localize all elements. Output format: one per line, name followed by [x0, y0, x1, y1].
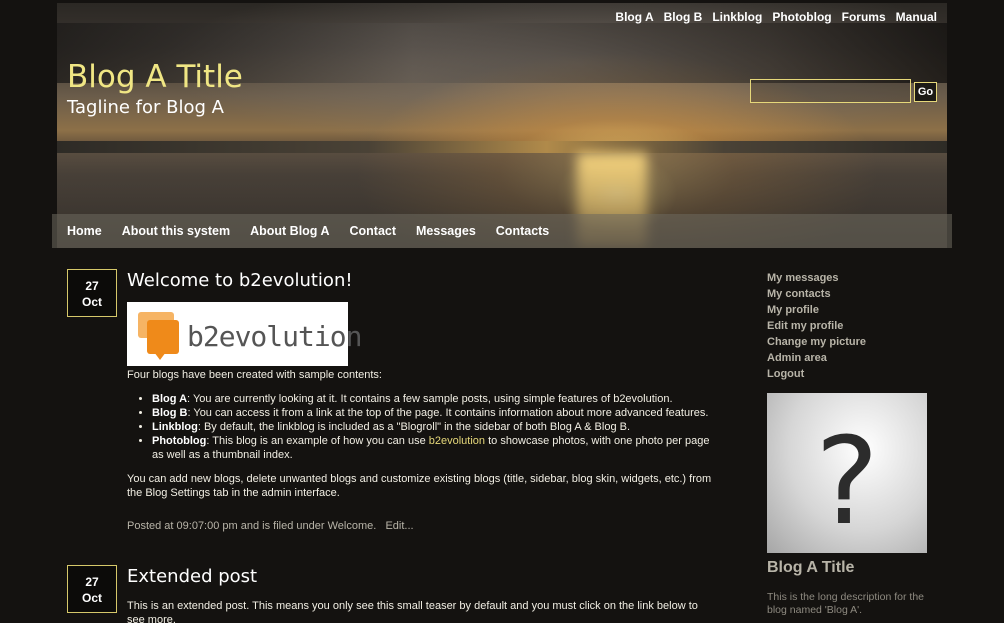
post-day: 27: [85, 279, 99, 293]
list-item: Blog A: You are currently looking at it.…: [152, 392, 717, 406]
nav-about-blog-a[interactable]: About Blog A: [250, 224, 329, 238]
blog-tagline: Tagline for Blog A: [67, 97, 224, 118]
item-text: : This blog is an example of how you can…: [206, 435, 429, 447]
speech-bubble-tail: [154, 352, 166, 360]
menu-my-messages[interactable]: My messages: [767, 270, 866, 286]
menu-my-contacts[interactable]: My contacts: [767, 286, 866, 302]
top-nav-forums[interactable]: Forums: [842, 10, 886, 24]
list-item: Linkblog: By default, the linkblog is in…: [152, 420, 717, 434]
blog-list: Blog A: You are currently looking at it.…: [152, 392, 717, 462]
post-title[interactable]: Extended post: [127, 566, 257, 587]
edit-link[interactable]: Edit...: [385, 520, 413, 532]
post-teaser: This is an extended post. This means you…: [127, 600, 698, 623]
sidebar-blog-description: This is the long description for the blo…: [767, 591, 924, 616]
menu-change-picture[interactable]: Change my picture: [767, 334, 866, 350]
b2evolution-logo: b2evolution: [127, 302, 362, 366]
post-content: Four blogs have been created with sample…: [127, 368, 717, 500]
horizon: [57, 141, 947, 153]
main-nav: Home About this system About Blog A Cont…: [52, 214, 952, 248]
menu-edit-profile[interactable]: Edit my profile: [767, 318, 866, 334]
post-intro: Four blogs have been created with sample…: [127, 369, 382, 381]
item-name: Linkblog: [152, 421, 198, 433]
post-outro: You can add new blogs, delete unwanted b…: [127, 473, 712, 499]
item-name: Blog B: [152, 407, 188, 419]
post-day: 27: [85, 575, 99, 589]
post-meta: Posted at 09:07:00 pm and is filed under…: [127, 520, 414, 532]
user-menu: My messages My contacts My profile Edit …: [767, 270, 866, 382]
nav-home[interactable]: Home: [67, 224, 102, 238]
avatar[interactable]: ?: [767, 393, 927, 553]
post-month: Oct: [81, 295, 102, 309]
b2evolution-link[interactable]: b2evolution: [429, 435, 485, 447]
item-name: Photoblog: [152, 435, 207, 447]
question-mark-icon: ?: [815, 413, 879, 552]
blog-title[interactable]: Blog A Title: [67, 59, 243, 95]
top-nav-photoblog[interactable]: Photoblog: [772, 10, 831, 24]
menu-admin-area[interactable]: Admin area: [767, 350, 866, 366]
post-date: 27 Oct: [67, 269, 117, 317]
nav-about-system[interactable]: About this system: [122, 224, 230, 238]
item-text: : You are currently looking at it. It co…: [187, 393, 673, 405]
item-text: : By default, the linkblog is included a…: [197, 421, 631, 433]
post-date: 27 Oct: [67, 565, 117, 613]
post-meta-text: Posted at 09:07:00 pm and is filed under…: [127, 520, 377, 532]
item-text: : You can access it from a link at the t…: [187, 407, 709, 419]
post-month: Oct: [81, 591, 102, 605]
post-title[interactable]: Welcome to b2evolution!: [127, 270, 353, 291]
nav-contacts[interactable]: Contacts: [496, 224, 549, 238]
speech-bubble-icon: [147, 320, 179, 354]
header-banner: [57, 3, 947, 248]
top-nav-blog-b[interactable]: Blog B: [664, 10, 703, 24]
top-nav-blog-a[interactable]: Blog A: [615, 10, 653, 24]
search-go-button[interactable]: Go: [914, 82, 937, 102]
top-nav-linkblog[interactable]: Linkblog: [712, 10, 762, 24]
nav-messages[interactable]: Messages: [416, 224, 476, 238]
nav-contact[interactable]: Contact: [349, 224, 396, 238]
sidebar-blog-title: Blog A Title: [767, 559, 855, 576]
list-item: Blog B: You can access it from a link at…: [152, 406, 717, 420]
item-name: Blog A: [152, 393, 188, 405]
list-item: Photoblog: This blog is an example of ho…: [152, 434, 717, 462]
top-blog-nav: Blog A Blog B Linkblog Photoblog Forums …: [615, 10, 937, 24]
search-input[interactable]: [750, 79, 911, 103]
top-nav-manual[interactable]: Manual: [896, 10, 937, 24]
menu-logout[interactable]: Logout: [767, 366, 866, 382]
menu-my-profile[interactable]: My profile: [767, 302, 866, 318]
logo-text: b2evolution: [187, 320, 362, 353]
